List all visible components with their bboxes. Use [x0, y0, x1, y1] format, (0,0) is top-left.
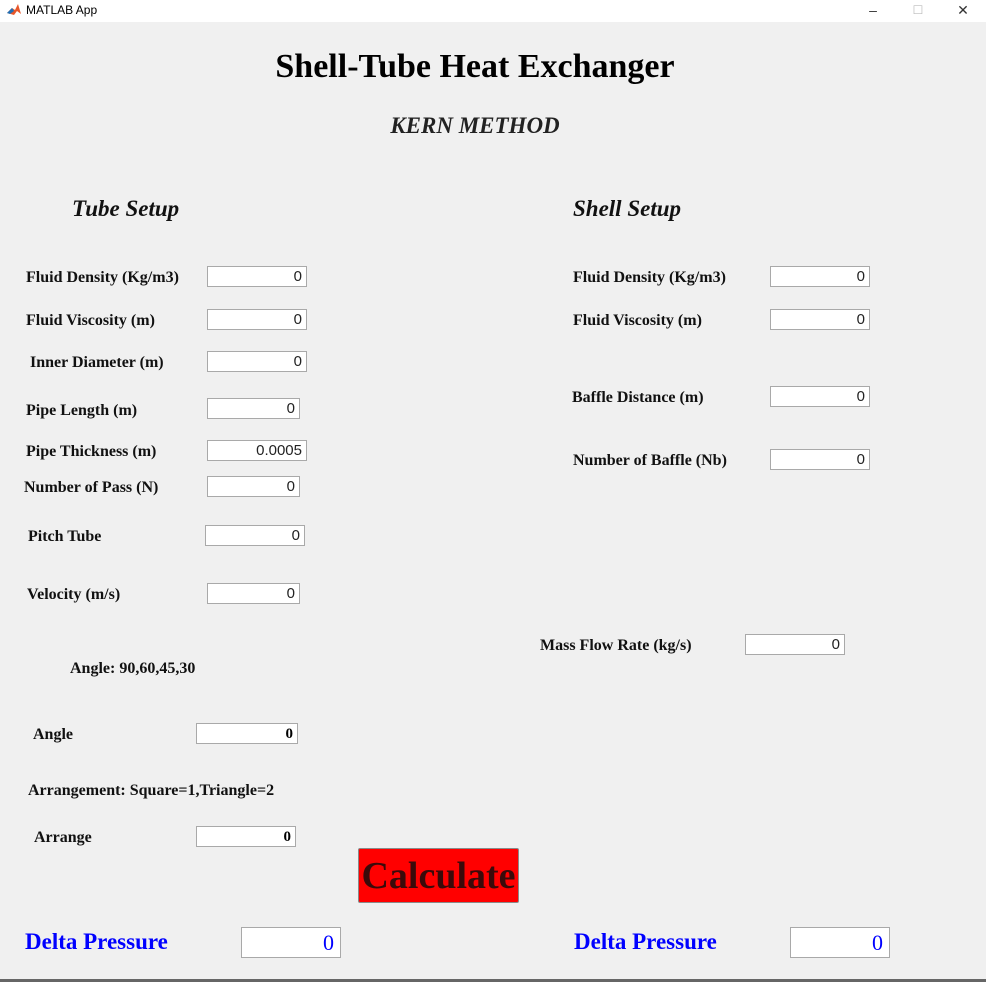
- matlab-logo-icon: [7, 4, 21, 15]
- shell-fluid-viscosity-field[interactable]: 0: [770, 309, 870, 330]
- tube-pipe-length-field[interactable]: 0: [207, 398, 300, 419]
- tube-fluid-viscosity-field[interactable]: 0: [207, 309, 307, 330]
- angle-field[interactable]: 0: [196, 723, 298, 744]
- calculate-button[interactable]: Calculate: [358, 848, 519, 903]
- tube-pipe-length-label: Pipe Length (m): [26, 402, 138, 419]
- shell-fluid-density-label: Fluid Density (Kg/m3): [573, 269, 726, 286]
- page-title: Shell-Tube Heat Exchanger: [275, 48, 675, 85]
- tube-velocity-label: Velocity (m/s): [27, 586, 121, 603]
- tube-number-of-pass-label: Number of Pass (N): [24, 479, 159, 496]
- shell-baffle-distance-field[interactable]: 0: [770, 386, 870, 407]
- tube-velocity-field[interactable]: 0: [207, 583, 300, 604]
- page-subtitle: KERN METHOD: [390, 113, 560, 138]
- tube-number-of-pass-field[interactable]: 0: [207, 476, 300, 497]
- tube-inner-diameter-field[interactable]: 0: [207, 351, 307, 372]
- window-title: MATLAB App: [26, 3, 98, 17]
- tube-delta-pressure-label: Delta Pressure: [25, 929, 168, 954]
- shell-delta-pressure-label: Delta Pressure: [574, 929, 717, 954]
- shell-delta-pressure-field[interactable]: 0: [790, 927, 890, 958]
- shell-mass-flow-rate-label: Mass Flow Rate (kg/s): [540, 637, 692, 654]
- shell-mass-flow-rate-field[interactable]: 0: [745, 634, 845, 655]
- tube-fluid-density-label: Fluid Density (Kg/m3): [26, 269, 179, 286]
- close-button[interactable]: ✕: [940, 0, 986, 22]
- angle-options-note: Angle: 90,60,45,30: [70, 660, 196, 677]
- shell-number-of-baffle-label: Number of Baffle (Nb): [573, 452, 727, 469]
- tube-pipe-thickness-field[interactable]: 0.0005: [207, 440, 307, 461]
- tube-pipe-thickness-label: Pipe Thickness (m): [26, 443, 157, 460]
- tube-setup-heading: Tube Setup: [72, 196, 180, 221]
- arrangement-options-note: Arrangement: Square=1,Triangle=2: [28, 782, 275, 799]
- angle-label: Angle: [33, 726, 73, 743]
- minimize-button[interactable]: –: [850, 0, 896, 22]
- tube-fluid-density-field[interactable]: 0: [207, 266, 307, 287]
- window-titlebar: MATLAB App – ☐ ✕: [0, 0, 986, 22]
- tube-fluid-viscosity-label: Fluid Viscosity (m): [26, 312, 155, 329]
- tube-pitch-field[interactable]: 0: [205, 525, 305, 546]
- shell-setup-heading: Shell Setup: [573, 196, 682, 221]
- arrange-label: Arrange: [34, 829, 92, 846]
- shell-fluid-viscosity-label: Fluid Viscosity (m): [573, 312, 702, 329]
- arrange-field[interactable]: 0: [196, 826, 296, 847]
- tube-delta-pressure-field[interactable]: 0: [241, 927, 341, 958]
- shell-fluid-density-field[interactable]: 0: [770, 266, 870, 287]
- shell-baffle-distance-label: Baffle Distance (m): [572, 389, 704, 406]
- shell-number-of-baffle-field[interactable]: 0: [770, 449, 870, 470]
- maximize-button[interactable]: ☐: [895, 0, 941, 22]
- tube-inner-diameter-label: Inner Diameter (m): [30, 354, 164, 371]
- tube-pitch-label: Pitch Tube: [28, 528, 102, 545]
